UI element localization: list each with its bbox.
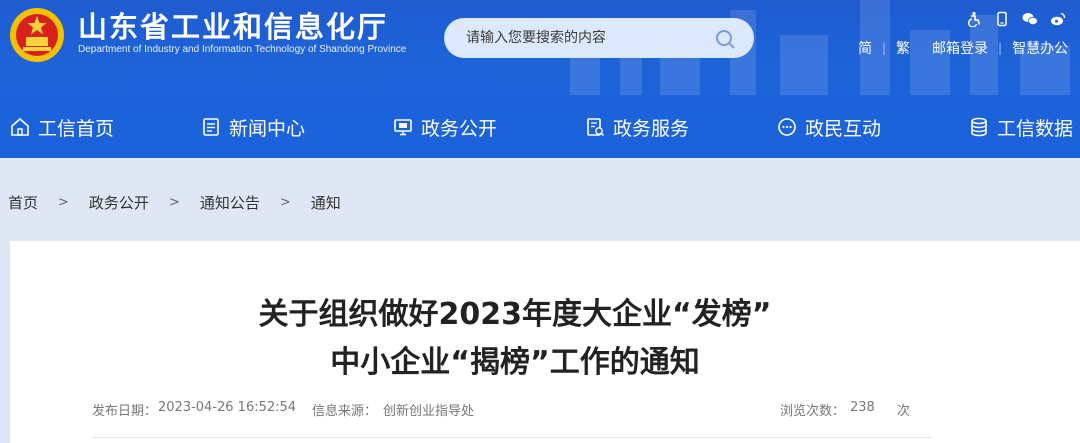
traditional-link[interactable]: 繁 xyxy=(896,38,910,58)
nav-label: 政民互动 xyxy=(805,117,882,140)
source-label: 信息来源： xyxy=(312,404,378,419)
utility-icons xyxy=(966,10,1076,28)
database-icon xyxy=(971,117,987,137)
breadcrumb-home[interactable]: 首页 xyxy=(8,192,38,213)
article-meta: 发布日期： 2023-04-26 16:52:54 信息来源： 创新创业指导处 … xyxy=(92,400,932,420)
nav-item-gov-services[interactable]: 政务服务 xyxy=(585,113,689,141)
smart-office-link[interactable]: 智慧办公 xyxy=(1012,38,1068,58)
article-container: 关于组织做好2023年度大企业“发榜” 中小企业“揭榜”工作的通知 发布日期： … xyxy=(10,241,1080,443)
nav-label: 政务服务 xyxy=(613,117,690,140)
article-title-line2: 中小企业“揭榜”工作的通知 xyxy=(330,345,700,380)
site-title[interactable]: 山东省工业和信息化厅 xyxy=(78,10,388,44)
breadcrumb-separator: > xyxy=(279,194,291,210)
nav-item-news[interactable]: 新闻中心 xyxy=(201,113,305,141)
article-title-line1: 关于组织做好2023年度大企业“发榜” xyxy=(258,297,772,332)
views-count: 238 xyxy=(850,400,875,415)
nav-label: 工信数据 xyxy=(997,117,1074,140)
site-subtitle: Department of Industry and Information T… xyxy=(78,44,407,55)
nav-item-home[interactable]: 工信首页 xyxy=(10,113,114,141)
simplified-link[interactable]: 简 xyxy=(858,38,872,58)
site-header: 山东省工业和信息化厅 Department of Industry and In… xyxy=(0,0,1080,158)
views-unit: 次 xyxy=(897,404,911,419)
source-value: 创新创业指导处 xyxy=(383,404,475,419)
breadcrumb-notice[interactable]: 通知 xyxy=(311,192,341,213)
nav-label: 政务公开 xyxy=(421,117,498,140)
utility-links: 简 | 繁 邮箱登录 | 智慧办公 xyxy=(858,39,1068,57)
divider xyxy=(92,437,932,438)
weibo-icon[interactable] xyxy=(1050,11,1066,27)
breadcrumb-separator: > xyxy=(168,194,180,210)
home-icon xyxy=(11,117,29,136)
breadcrumb-gov-affairs[interactable]: 政务公开 xyxy=(89,192,149,213)
mail-login-link[interactable]: 邮箱登录 xyxy=(932,38,988,58)
national-emblem-icon[interactable] xyxy=(8,6,66,64)
publish-date-label: 发布日期： xyxy=(92,404,158,419)
search-icon[interactable] xyxy=(714,28,736,50)
nav-item-data[interactable]: 工信数据 xyxy=(969,113,1073,141)
accessibility-icon[interactable] xyxy=(966,11,982,27)
search-box xyxy=(444,18,754,58)
publish-date: 2023-04-26 16:52:54 xyxy=(158,400,297,415)
nav-item-interaction[interactable]: 政民互动 xyxy=(777,113,881,141)
chat-icon xyxy=(778,118,796,136)
mobile-icon[interactable] xyxy=(994,11,1010,27)
divider: | xyxy=(998,41,1003,55)
breadcrumb-separator: > xyxy=(58,194,69,210)
nav-item-gov-affairs[interactable]: 政务公开 xyxy=(393,113,497,141)
news-icon xyxy=(203,118,219,136)
nav-label: 工信首页 xyxy=(38,117,115,140)
wechat-icon[interactable] xyxy=(1022,11,1038,27)
divider: | xyxy=(882,41,887,55)
views-label: 浏览次数： xyxy=(780,404,846,419)
breadcrumb: 首页 > 政务公开 > 通知公告 > 通知 xyxy=(0,182,341,222)
breadcrumb-notices[interactable]: 通知公告 xyxy=(200,192,260,213)
nav-label: 新闻中心 xyxy=(229,117,306,140)
service-icon xyxy=(587,118,605,137)
monitor-icon xyxy=(394,119,412,136)
article-title: 关于组织做好2023年度大企业“发榜” 中小企业“揭榜”工作的通知 xyxy=(10,291,1020,387)
search-input[interactable] xyxy=(466,18,706,58)
main-nav: 工信首页 新闻中心 政务公开 政务服务 政民互动 工信数据 xyxy=(0,105,1080,149)
